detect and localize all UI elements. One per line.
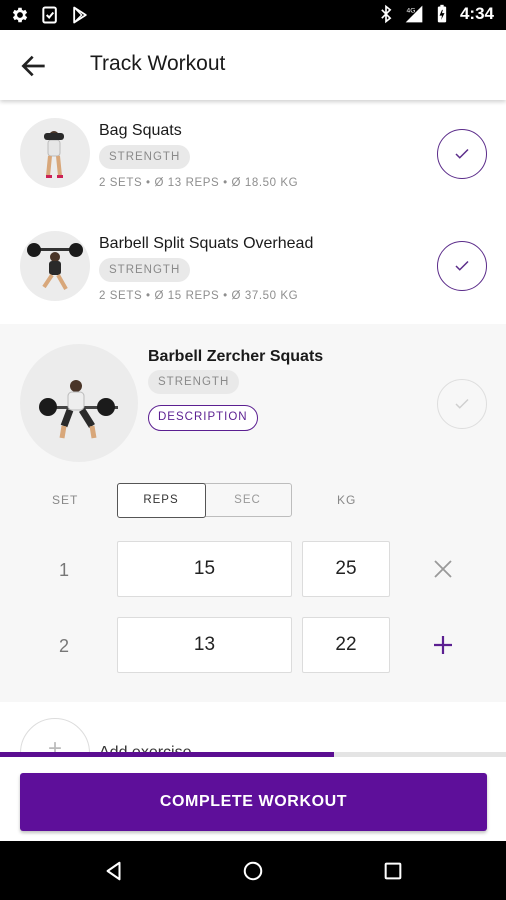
category-chip: STRENGTH — [99, 258, 191, 282]
bluetooth-icon — [381, 4, 392, 24]
exercise-name: Bag Squats — [99, 122, 182, 139]
gear-icon — [12, 7, 28, 23]
exercise-thumbnail — [20, 118, 90, 188]
svg-text:4G: 4G — [406, 7, 415, 14]
category-chip: STRENGTH — [99, 145, 191, 169]
nav-home-button[interactable] — [237, 855, 269, 887]
exercise-thumbnail — [20, 344, 138, 462]
exercise-summary: 2 SETS • Ø 15 REPS • Ø 37.50 KG — [99, 290, 299, 302]
check-icon — [455, 260, 469, 271]
set-number: 2 — [58, 636, 69, 656]
complete-toggle[interactable] — [437, 129, 487, 179]
reps-input[interactable]: 13 — [117, 617, 292, 673]
clock: 4:34 — [459, 4, 494, 23]
description-button[interactable]: DESCRIPTION — [148, 405, 258, 431]
weight-input[interactable]: 22 — [302, 617, 390, 673]
clipboard-check-icon — [42, 6, 57, 24]
athlete-figure-icon — [44, 131, 64, 178]
remove-set-button[interactable] — [431, 557, 455, 581]
signal-icon: 4G — [405, 5, 423, 23]
exercise-summary: 2 SETS • Ø 13 REPS • Ø 18.50 KG — [99, 177, 299, 189]
reps-option[interactable]: REPS — [116, 482, 206, 518]
exercise-item[interactable]: Barbell Split Squats Overhead STRENGTH 2… — [0, 212, 506, 324]
bottom-action-area: COMPLETE WORKOUT — [0, 757, 506, 841]
sec-option[interactable]: SEC — [204, 484, 291, 516]
arrow-back-icon — [21, 55, 45, 77]
exercise-thumbnail — [20, 231, 90, 301]
back-triangle-icon — [106, 861, 121, 881]
check-icon — [455, 398, 469, 409]
status-bar: 4G 4:34 — [0, 0, 506, 30]
check-icon — [455, 148, 469, 159]
complete-toggle[interactable] — [437, 379, 487, 429]
set-column-header: SET — [52, 493, 79, 507]
athlete-figure-icon — [27, 243, 83, 290]
page-title: Track Workout — [90, 52, 226, 75]
exercise-name: Barbell Split Squats Overhead — [99, 235, 314, 252]
close-icon — [434, 560, 452, 578]
reps-sec-toggle: REPS SEC — [116, 482, 292, 518]
app-bar: Track Workout — [0, 30, 506, 100]
complete-workout-button[interactable]: COMPLETE WORKOUT — [20, 773, 487, 831]
plus-icon — [434, 636, 452, 654]
reps-input[interactable]: 15 — [117, 541, 292, 597]
system-nav-bar — [0, 841, 506, 900]
exercise-name: Barbell Zercher Squats — [148, 348, 324, 365]
weight-input[interactable]: 25 — [302, 541, 390, 597]
complete-toggle[interactable] — [437, 241, 487, 291]
kg-column-header: KG — [337, 493, 357, 507]
battery-icon — [437, 4, 447, 23]
category-chip: STRENGTH — [148, 370, 240, 394]
nav-recents-button[interactable] — [377, 855, 409, 887]
athlete-figure-icon — [39, 380, 118, 439]
recents-square-icon — [384, 862, 402, 880]
home-circle-icon — [243, 861, 263, 881]
play-store-icon — [73, 6, 87, 24]
set-number: 1 — [58, 560, 69, 580]
back-button[interactable] — [18, 50, 50, 82]
add-set-button[interactable] — [431, 633, 455, 657]
exercise-item[interactable]: Bag Squats STRENGTH 2 SETS • Ø 13 REPS •… — [0, 100, 506, 212]
nav-back-button[interactable] — [98, 855, 130, 887]
